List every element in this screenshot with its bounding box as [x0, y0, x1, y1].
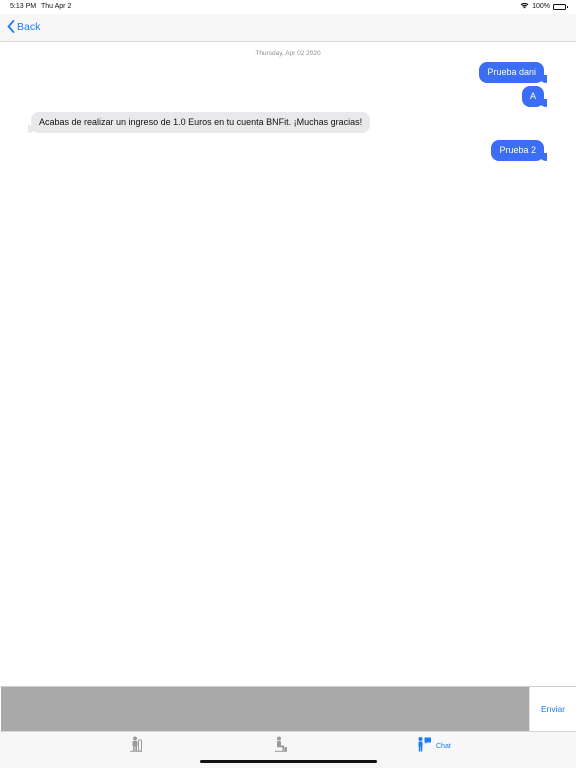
- battery-percent: 100%: [532, 3, 550, 10]
- status-date: Thu Apr 2: [41, 3, 72, 10]
- tab-chat-label: Chat: [436, 742, 451, 750]
- message-bubble-outgoing[interactable]: Prueba 2: [491, 140, 547, 161]
- home-indicator: [200, 760, 377, 763]
- send-button[interactable]: Enviar: [529, 687, 576, 731]
- status-indicators: 100%: [520, 2, 568, 11]
- wifi-icon: [520, 2, 529, 11]
- back-button[interactable]: Back: [7, 20, 40, 33]
- date-header: Thursday, Apr 02 2020: [255, 50, 321, 57]
- chevron-left-icon: [7, 20, 15, 33]
- back-label: Back: [17, 20, 41, 33]
- person-standing-icon: [129, 736, 143, 757]
- status-time: 5:13 PM: [10, 3, 37, 10]
- battery-icon: [553, 3, 568, 10]
- tab-person-sitting[interactable]: [274, 736, 288, 757]
- message-bubble-incoming[interactable]: Acabas de realizar un ingreso de 1.0 Eur…: [27, 112, 371, 133]
- chat-transcript[interactable]: Thursday, Apr 02 2020 Prueba dani A Acab…: [0, 43, 576, 686]
- tab-bar: Chat: [0, 731, 576, 768]
- message-bubble-outgoing[interactable]: A: [521, 86, 548, 107]
- chat-person-icon: [416, 736, 432, 757]
- composer-bar: Enviar: [0, 686, 576, 731]
- message-input[interactable]: [1, 687, 529, 731]
- tab-chat[interactable]: Chat: [416, 736, 451, 757]
- message-bubble-outgoing[interactable]: Prueba dani: [479, 62, 547, 83]
- navigation-bar: Back: [0, 14, 576, 42]
- status-bar: 5:13 PM Thu Apr 2 100%: [0, 0, 576, 14]
- person-sitting-icon: [274, 736, 288, 757]
- tab-person-standing[interactable]: [129, 736, 143, 757]
